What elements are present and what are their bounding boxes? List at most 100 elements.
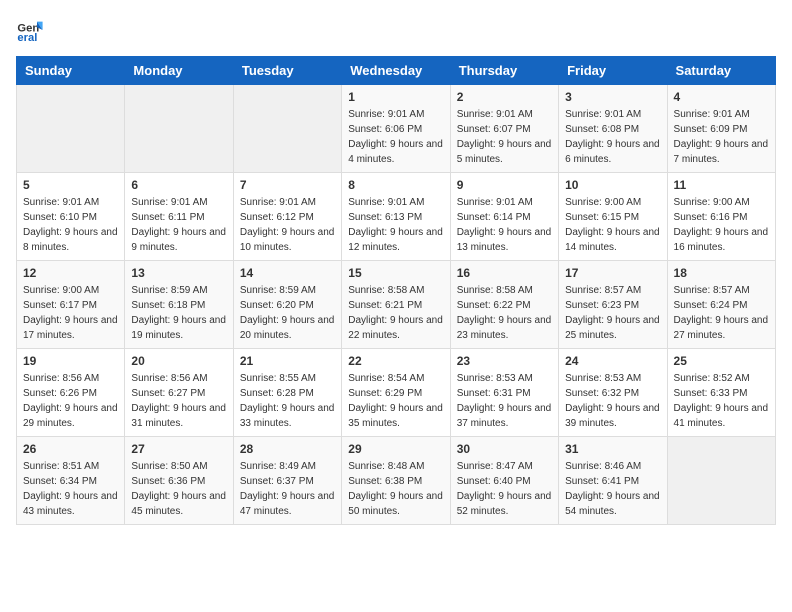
day-number: 6 (131, 178, 226, 192)
day-info: Sunrise: 8:55 AMSunset: 6:28 PMDaylight:… (240, 371, 335, 431)
day-info: Sunrise: 8:50 AMSunset: 6:36 PMDaylight:… (131, 459, 226, 519)
day-info: Sunrise: 9:00 AMSunset: 6:15 PMDaylight:… (565, 195, 660, 255)
day-info: Sunrise: 9:01 AMSunset: 6:11 PMDaylight:… (131, 195, 226, 255)
day-info: Sunrise: 9:00 AMSunset: 6:16 PMDaylight:… (674, 195, 769, 255)
calendar-cell: 17 Sunrise: 8:57 AMSunset: 6:23 PMDayligh… (559, 261, 667, 349)
calendar-week-row: 12 Sunrise: 9:00 AMSunset: 6:17 PMDayligh… (17, 261, 776, 349)
day-number: 14 (240, 266, 335, 280)
day-info: Sunrise: 9:01 AMSunset: 6:14 PMDaylight:… (457, 195, 552, 255)
day-number: 23 (457, 354, 552, 368)
day-info: Sunrise: 8:53 AMSunset: 6:32 PMDaylight:… (565, 371, 660, 431)
calendar-cell: 26 Sunrise: 8:51 AMSunset: 6:34 PMDayligh… (17, 437, 125, 525)
day-number: 11 (674, 178, 769, 192)
day-info: Sunrise: 9:01 AMSunset: 6:07 PMDaylight:… (457, 107, 552, 167)
day-header-thursday: Thursday (450, 57, 558, 85)
day-number: 12 (23, 266, 118, 280)
day-number: 27 (131, 442, 226, 456)
calendar-cell: 19 Sunrise: 8:56 AMSunset: 6:26 PMDayligh… (17, 349, 125, 437)
day-number: 2 (457, 90, 552, 104)
calendar-cell: 23 Sunrise: 8:53 AMSunset: 6:31 PMDayligh… (450, 349, 558, 437)
day-header-wednesday: Wednesday (342, 57, 450, 85)
day-number: 16 (457, 266, 552, 280)
day-info: Sunrise: 8:49 AMSunset: 6:37 PMDaylight:… (240, 459, 335, 519)
day-number: 9 (457, 178, 552, 192)
day-number: 30 (457, 442, 552, 456)
calendar-cell: 25 Sunrise: 8:52 AMSunset: 6:33 PMDayligh… (667, 349, 775, 437)
calendar-week-row: 26 Sunrise: 8:51 AMSunset: 6:34 PMDayligh… (17, 437, 776, 525)
calendar-cell: 7 Sunrise: 9:01 AMSunset: 6:12 PMDaylight… (233, 173, 341, 261)
day-info: Sunrise: 8:59 AMSunset: 6:20 PMDaylight:… (240, 283, 335, 343)
calendar-cell: 2 Sunrise: 9:01 AMSunset: 6:07 PMDaylight… (450, 85, 558, 173)
day-number: 5 (23, 178, 118, 192)
day-info: Sunrise: 8:58 AMSunset: 6:22 PMDaylight:… (457, 283, 552, 343)
calendar-cell (233, 85, 341, 173)
calendar-cell: 18Sunrise: 8:57 AMSunset: 6:24 PMDayligh… (667, 261, 775, 349)
calendar-cell: 30Sunrise: 8:47 AMSunset: 6:40 PMDayligh… (450, 437, 558, 525)
day-number: 28 (240, 442, 335, 456)
calendar-cell: 4 Sunrise: 9:01 AMSunset: 6:09 PMDaylight… (667, 85, 775, 173)
calendar-cell: 22 Sunrise: 8:54 AMSunset: 6:29 PMDayligh… (342, 349, 450, 437)
day-number: 4 (674, 90, 769, 104)
day-number: 21 (240, 354, 335, 368)
day-info: Sunrise: 8:54 AMSunset: 6:29 PMDaylight:… (348, 371, 443, 431)
day-number: 7 (240, 178, 335, 192)
day-info: Sunrise: 9:01 AMSunset: 6:12 PMDaylight:… (240, 195, 335, 255)
day-header-saturday: Saturday (667, 57, 775, 85)
day-number: 19 (23, 354, 118, 368)
day-info: Sunrise: 9:01 AMSunset: 6:13 PMDaylight:… (348, 195, 443, 255)
day-number: 17 (565, 266, 660, 280)
calendar-cell: 1Sunrise: 9:01 AMSunset: 6:06 PMDaylight… (342, 85, 450, 173)
calendar-cell: 27 Sunrise: 8:50 AMSunset: 6:36 PMDayligh… (125, 437, 233, 525)
day-info: Sunrise: 8:57 AMSunset: 6:24 PMDaylight:… (674, 283, 769, 343)
day-header-monday: Monday (125, 57, 233, 85)
calendar-cell: 11 Sunrise: 9:00 AMSunset: 6:16 PMDayligh… (667, 173, 775, 261)
calendar-cell: 20Sunrise: 8:56 AMSunset: 6:27 PMDayligh… (125, 349, 233, 437)
day-info: Sunrise: 8:52 AMSunset: 6:33 PMDaylight:… (674, 371, 769, 431)
day-number: 1 (348, 90, 443, 104)
calendar-cell: 5Sunrise: 9:01 AMSunset: 6:10 PMDaylight… (17, 173, 125, 261)
day-info: Sunrise: 9:01 AMSunset: 6:09 PMDaylight:… (674, 107, 769, 167)
day-info: Sunrise: 8:57 AMSunset: 6:23 PMDaylight:… (565, 283, 660, 343)
day-info: Sunrise: 8:56 AMSunset: 6:26 PMDaylight:… (23, 371, 118, 431)
day-info: Sunrise: 8:48 AMSunset: 6:38 PMDaylight:… (348, 459, 443, 519)
day-number: 31 (565, 442, 660, 456)
day-info: Sunrise: 8:51 AMSunset: 6:34 PMDaylight:… (23, 459, 118, 519)
day-number: 22 (348, 354, 443, 368)
day-number: 24 (565, 354, 660, 368)
day-number: 25 (674, 354, 769, 368)
day-number: 13 (131, 266, 226, 280)
calendar-table: SundayMondayTuesdayWednesdayThursdayFrid… (16, 56, 776, 525)
calendar-header-row: SundayMondayTuesdayWednesdayThursdayFrid… (17, 57, 776, 85)
day-number: 10 (565, 178, 660, 192)
page-header: Gen eral (16, 16, 776, 44)
calendar-week-row: 1Sunrise: 9:01 AMSunset: 6:06 PMDaylight… (17, 85, 776, 173)
calendar-cell: 10 Sunrise: 9:00 AMSunset: 6:15 PMDayligh… (559, 173, 667, 261)
calendar-cell (125, 85, 233, 173)
calendar-cell: 28 Sunrise: 8:49 AMSunset: 6:37 PMDayligh… (233, 437, 341, 525)
day-number: 26 (23, 442, 118, 456)
calendar-cell: 12 Sunrise: 9:00 AMSunset: 6:17 PMDayligh… (17, 261, 125, 349)
day-header-tuesday: Tuesday (233, 57, 341, 85)
calendar-cell: 14 Sunrise: 8:59 AMSunset: 6:20 PMDayligh… (233, 261, 341, 349)
day-header-sunday: Sunday (17, 57, 125, 85)
day-info: Sunrise: 9:01 AMSunset: 6:08 PMDaylight:… (565, 107, 660, 167)
calendar-cell: 29 Sunrise: 8:48 AMSunset: 6:38 PMDayligh… (342, 437, 450, 525)
day-info: Sunrise: 8:59 AMSunset: 6:18 PMDaylight:… (131, 283, 226, 343)
day-header-friday: Friday (559, 57, 667, 85)
calendar-cell: 13 Sunrise: 8:59 AMSunset: 6:18 PMDayligh… (125, 261, 233, 349)
day-number: 3 (565, 90, 660, 104)
logo-icon: Gen eral (16, 16, 44, 44)
calendar-cell (17, 85, 125, 173)
calendar-cell: 15 Sunrise: 8:58 AMSunset: 6:21 PMDayligh… (342, 261, 450, 349)
day-info: Sunrise: 8:46 AMSunset: 6:41 PMDaylight:… (565, 459, 660, 519)
day-info: Sunrise: 9:00 AMSunset: 6:17 PMDaylight:… (23, 283, 118, 343)
day-number: 8 (348, 178, 443, 192)
calendar-week-row: 5Sunrise: 9:01 AMSunset: 6:10 PMDaylight… (17, 173, 776, 261)
day-number: 29 (348, 442, 443, 456)
day-info: Sunrise: 8:53 AMSunset: 6:31 PMDaylight:… (457, 371, 552, 431)
calendar-week-row: 19 Sunrise: 8:56 AMSunset: 6:26 PMDayligh… (17, 349, 776, 437)
calendar-cell: 3 Sunrise: 9:01 AMSunset: 6:08 PMDaylight… (559, 85, 667, 173)
day-info: Sunrise: 8:56 AMSunset: 6:27 PMDaylight:… (131, 371, 226, 431)
day-number: 15 (348, 266, 443, 280)
day-info: Sunrise: 8:58 AMSunset: 6:21 PMDaylight:… (348, 283, 443, 343)
